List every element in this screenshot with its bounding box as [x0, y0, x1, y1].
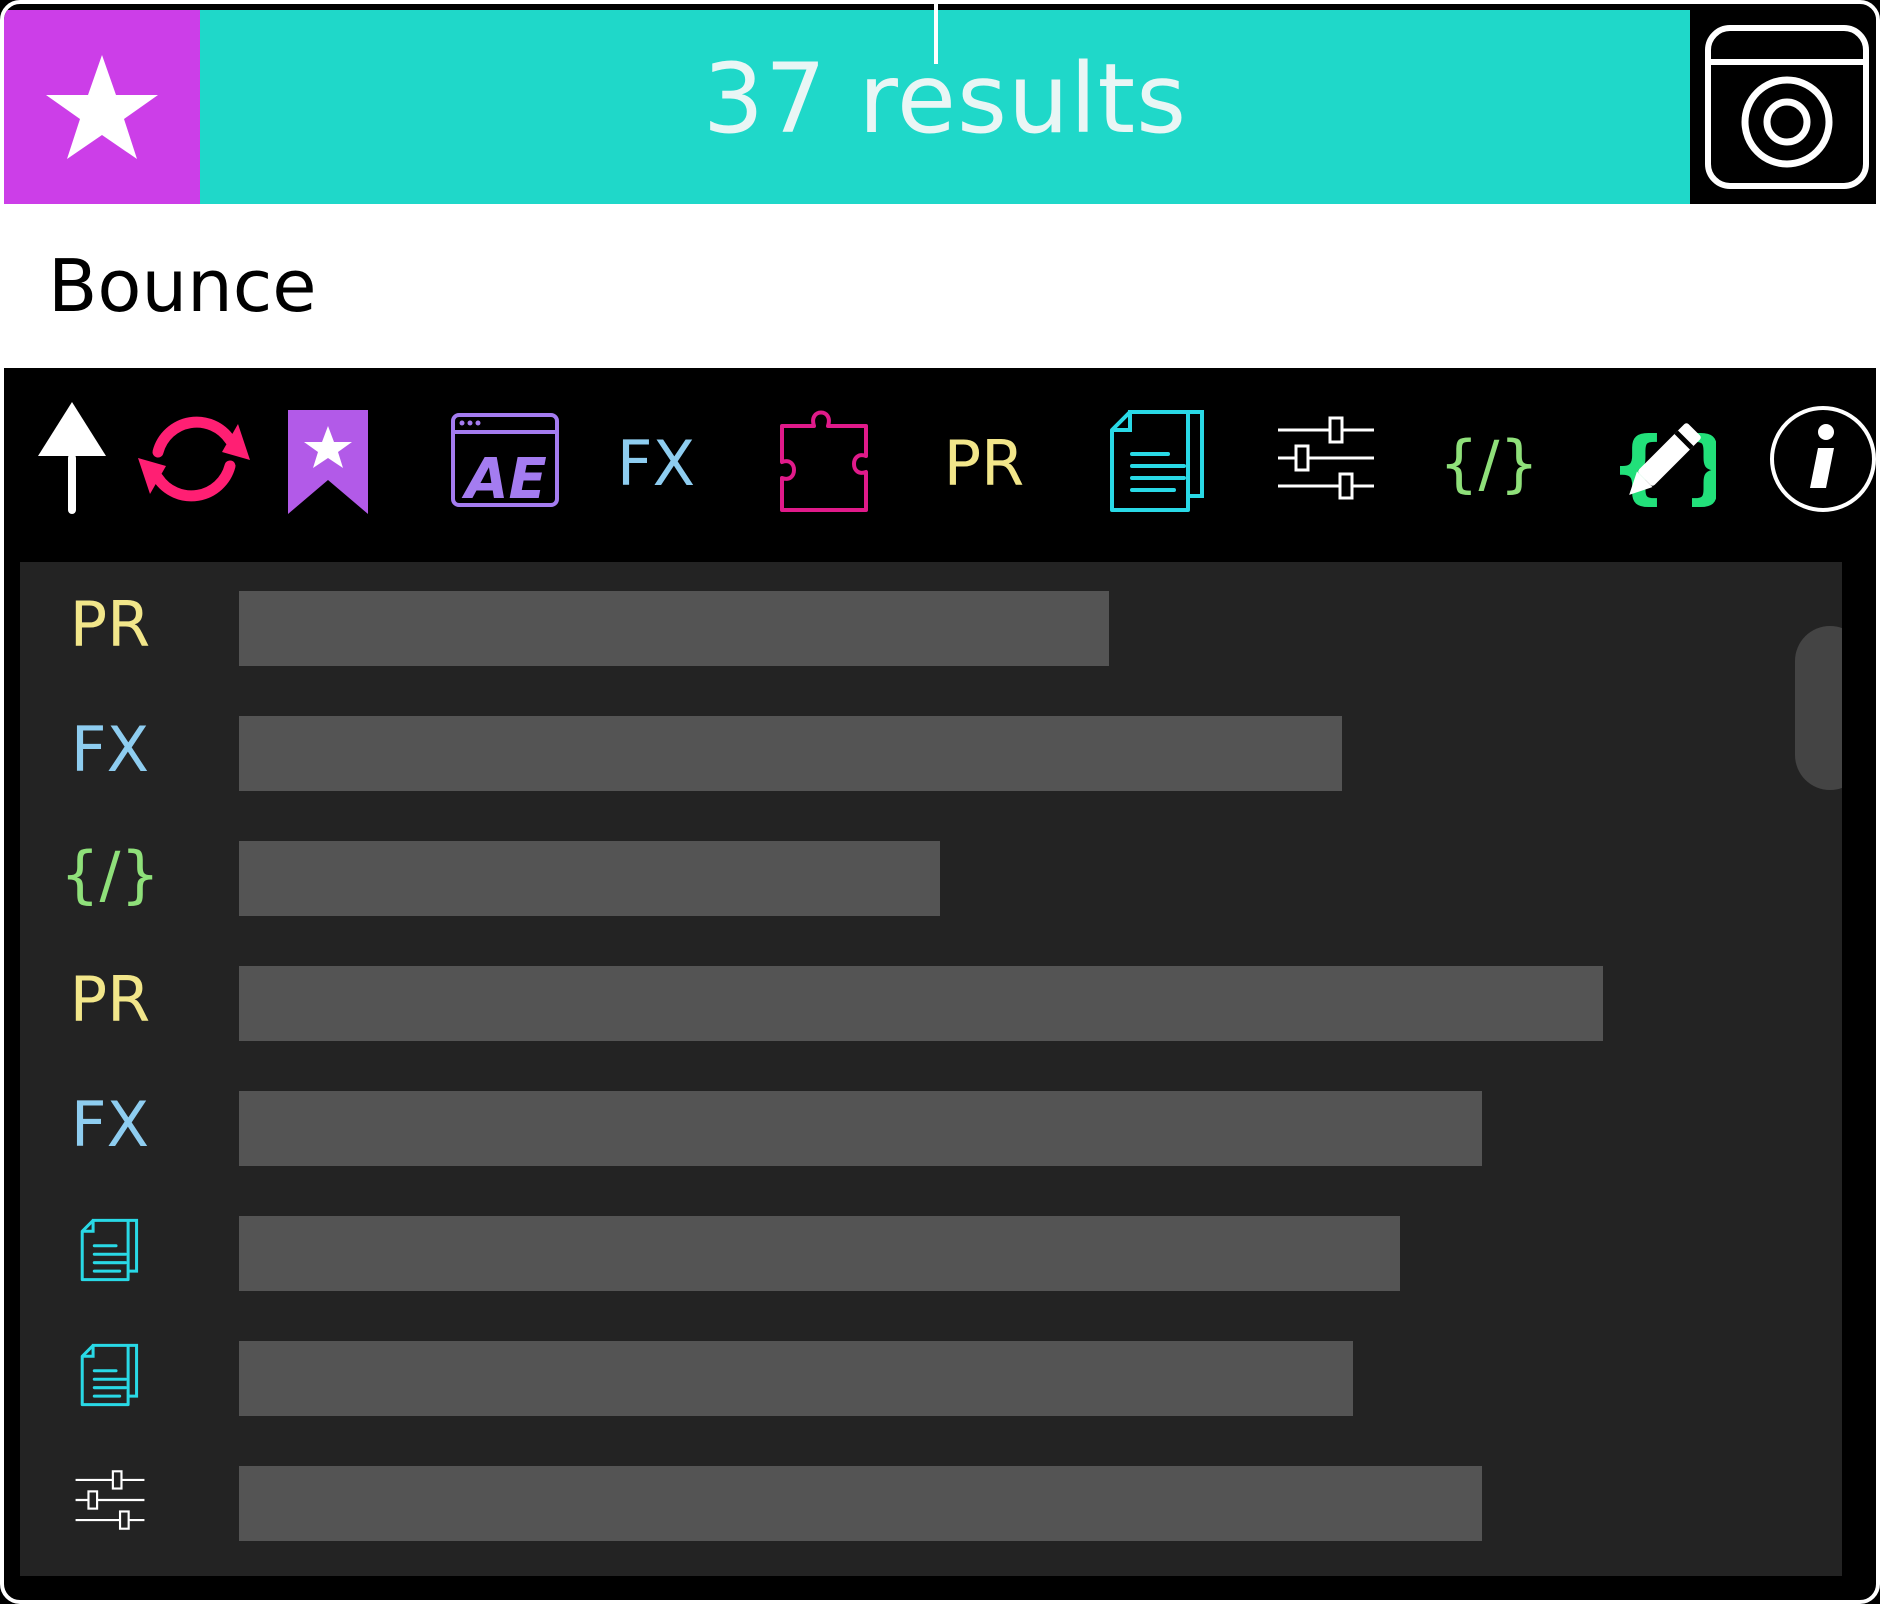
result-row[interactable]: [20, 1437, 1780, 1562]
result-type-icon: {/}: [50, 812, 170, 937]
result-name-placeholder: [239, 1091, 1482, 1166]
pr-filter-button[interactable]: PR: [934, 408, 1034, 518]
result-type-label: FX: [70, 713, 150, 786]
pr-filter-label: PR: [943, 426, 1025, 500]
info-icon: [1770, 406, 1876, 512]
filter-toolbar: AE FX PR {/} {: [10, 368, 1876, 562]
screenshot-button[interactable]: [1690, 10, 1876, 204]
puzzle-icon: [780, 410, 868, 512]
search-input[interactable]: [46, 240, 1750, 332]
result-row[interactable]: PR: [20, 937, 1780, 1062]
result-type-icon: [50, 1312, 170, 1437]
refresh-icon: [138, 416, 250, 502]
result-row[interactable]: [20, 1312, 1780, 1437]
edit-code-button[interactable]: { }: [1606, 408, 1716, 518]
result-row[interactable]: FX: [20, 687, 1780, 812]
result-row[interactable]: {/}: [20, 812, 1780, 937]
result-name-placeholder: [239, 966, 1603, 1041]
scroll-to-top-button[interactable]: [34, 398, 110, 518]
result-name-placeholder: [239, 591, 1109, 666]
result-type-label: PR: [69, 963, 151, 1036]
fx-filter-button[interactable]: FX: [606, 408, 706, 518]
svg-text:AE: AE: [461, 447, 547, 508]
favorites-filter-button[interactable]: [286, 408, 370, 518]
result-type-label: PR: [69, 588, 151, 661]
result-name-placeholder: [239, 1466, 1482, 1541]
result-name-placeholder: [239, 1341, 1353, 1416]
bookmark-star-icon: [288, 410, 368, 514]
sliders-icon: [1278, 416, 1374, 500]
info-button[interactable]: [1768, 404, 1876, 514]
search-bar: [4, 204, 1876, 368]
scripts-filter-button[interactable]: [1108, 408, 1208, 514]
app-window: 37 results Bounce AE FX PR {/} {PR FX {…: [0, 0, 1880, 1604]
scrollbar-thumb[interactable]: [1795, 626, 1842, 790]
result-row[interactable]: PR: [20, 562, 1780, 687]
sliders-icon: [75, 1469, 145, 1530]
result-type-icon: [50, 1187, 170, 1312]
result-row[interactable]: [20, 1187, 1780, 1312]
result-type-label: {/}: [60, 838, 160, 911]
expressions-filter-button[interactable]: {/}: [1434, 408, 1544, 518]
up-arrow-icon: [38, 402, 106, 514]
document-icon: [80, 1343, 139, 1406]
screenshot-window-icon: [1705, 25, 1869, 189]
header: 37 results: [4, 4, 1876, 204]
document-icon: [80, 1218, 139, 1281]
results-title-bar: 37 results: [200, 4, 1690, 204]
results-count: 37 results: [702, 43, 1188, 155]
result-type-icon: [50, 1437, 170, 1562]
result-type-label: FX: [70, 1088, 150, 1161]
star-icon: [46, 55, 158, 159]
result-type-icon: FX: [50, 687, 170, 812]
refresh-button[interactable]: [134, 404, 254, 514]
result-type-icon: PR: [50, 562, 170, 687]
ae-filter-button[interactable]: AE: [450, 412, 560, 508]
ae-icon: AE: [451, 413, 559, 508]
fx-filter-label: FX: [616, 426, 696, 500]
result-name-placeholder: [239, 716, 1342, 791]
result-name-placeholder: [239, 841, 940, 916]
presets-filter-button[interactable]: [1276, 412, 1376, 504]
extensions-filter-button[interactable]: [778, 404, 874, 516]
result-row[interactable]: FX: [20, 1062, 1780, 1187]
result-name-placeholder: [239, 1216, 1400, 1291]
document-icon: [1110, 410, 1204, 512]
code-filter-label: {/}: [1439, 426, 1539, 500]
results-list: PR FX {/} PR FX: [20, 562, 1842, 1576]
favorites-button[interactable]: [4, 10, 200, 204]
edit-code-icon: { }: [1610, 420, 1716, 513]
result-type-icon: FX: [50, 1062, 170, 1187]
result-type-icon: PR: [50, 937, 170, 1062]
